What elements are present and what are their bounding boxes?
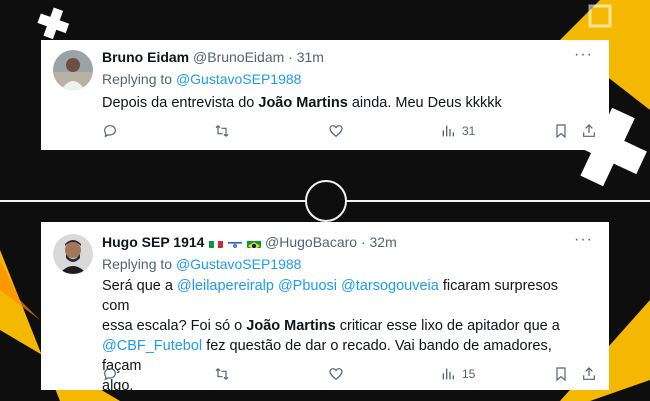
separator: · [360,234,366,250]
bookmark-button[interactable] [553,366,569,382]
tweet-text-bold: João Martins [246,318,336,334]
tweet-text-line: Será que a @leilapereiralp @Pbuosi @tars… [102,276,589,316]
views-button[interactable]: 15 [440,366,475,382]
display-name[interactable]: Bruno Eidam [102,49,189,65]
reply-icon [104,368,116,381]
replying-to: Replying to @GustavoSEP1988 [102,256,301,272]
mention-link[interactable]: @CBF_Futebol [102,338,202,354]
views-button[interactable]: 31 [440,123,475,139]
tweet-text-part: Será que a [102,278,173,294]
views-count: 15 [462,367,476,381]
replying-mention[interactable]: @GustavoSEP1988 [176,71,302,87]
user-handle[interactable]: @HugoBacaro [265,234,357,250]
views-icon [442,368,454,380]
share-button[interactable] [581,123,597,139]
tweet-text-line: essa escala? Foi só o João Martins criti… [102,316,589,336]
tweet-text: Depois da entrevista do João Martins ain… [102,93,589,113]
israel-flag-icon [228,238,243,248]
timestamp[interactable]: 32m [370,234,397,250]
reply-icon [104,125,116,138]
field-center-circle [305,180,347,222]
italy-flag-icon [209,238,224,248]
share-button[interactable] [581,366,597,382]
avatar[interactable] [53,50,93,90]
mention-link[interactable]: @leilapereiralp [177,278,274,294]
mention-link[interactable]: @tarsogouveia [341,278,439,294]
views-icon [442,125,454,137]
tweet-card[interactable]: Hugo SEP 1914 @HugoBacaro · 32m ··· Repl… [41,222,609,394]
avatar[interactable] [53,234,93,274]
plus-shape-top-left [37,7,70,40]
tweet-text-part: criticar esse lixo de apitador que a [339,318,560,334]
user-handle[interactable]: @BrunoEidam [193,49,284,65]
views-count: 31 [462,124,476,138]
more-options-icon[interactable]: ··· [574,46,593,64]
tweet-actions: 31 [102,123,597,143]
tweet-text-part: essa escala? Foi só o [102,318,243,334]
share-icon [583,124,595,137]
tweet-text-part: Depois da entrevista do [102,95,255,111]
tweet-actions: 15 [102,366,597,386]
reply-button[interactable] [102,123,118,139]
mention-link[interactable]: @Pbuosi [278,278,337,294]
heart-icon [329,368,343,381]
timestamp[interactable]: 31m [297,49,324,65]
like-button[interactable] [328,366,344,382]
reply-button[interactable] [102,366,118,382]
heart-icon [329,125,343,138]
retweet-button[interactable] [214,366,230,382]
bookmark-icon [556,124,566,139]
replying-to: Replying to @GustavoSEP1988 [102,71,301,87]
replying-label: Replying to [102,256,173,272]
more-options-icon[interactable]: ··· [574,231,593,249]
tweet-header: Hugo SEP 1914 @HugoBacaro · 32m [102,234,397,250]
retweet-icon [215,125,229,137]
tweet-text-bold: João Martins [258,95,348,111]
retweet-icon [215,368,229,380]
replying-label: Replying to [102,71,173,87]
separator: · [288,49,293,65]
brazil-flag-icon [247,238,262,248]
tweet-card[interactable]: Bruno Eidam @BrunoEidam · 31m ··· Replyi… [41,40,609,150]
tweet-text-part: ainda. Meu Deus kkkkk [351,95,502,111]
replying-mention[interactable]: @GustavoSEP1988 [176,256,302,272]
bookmark-button[interactable] [553,123,569,139]
bookmark-icon [556,367,566,382]
like-button[interactable] [328,123,344,139]
share-icon [583,367,595,380]
retweet-button[interactable] [214,123,230,139]
display-name[interactable]: Hugo SEP 1914 [102,234,204,250]
tweet-header: Bruno Eidam @BrunoEidam · 31m [102,49,324,65]
